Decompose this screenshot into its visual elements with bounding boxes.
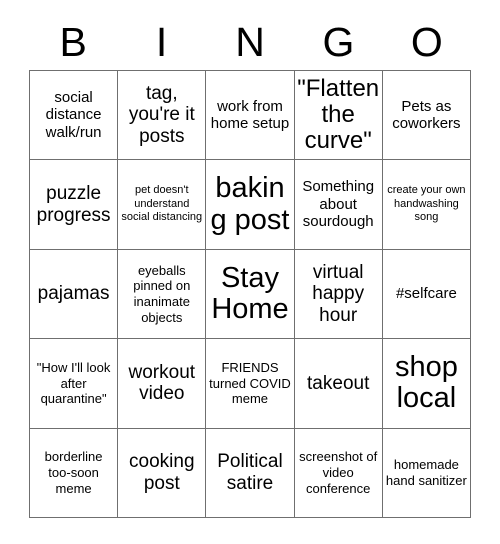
bingo-cell-text: "Flatten the curve" xyxy=(297,74,380,155)
bingo-cell-text: social distance walk/run xyxy=(45,88,102,142)
bingo-cell-b5[interactable]: borderline too-soon meme xyxy=(30,428,119,518)
bingo-cell-g3[interactable]: virtual happy hour xyxy=(294,249,383,340)
bingo-grid: social distance walk/run tag, you're it … xyxy=(29,70,471,518)
bingo-cell-g2[interactable]: Something about sourdough xyxy=(294,160,383,250)
bingo-cell-text: workout video xyxy=(128,361,196,405)
bingo-cell-text: virtual happy hour xyxy=(312,261,365,326)
bingo-cell-text: #selfcare xyxy=(395,285,457,303)
bingo-cell-i4[interactable]: workout video xyxy=(118,339,207,429)
bingo-cell-o3[interactable]: #selfcare xyxy=(382,249,471,340)
bingo-cell-i1[interactable]: tag, you're it posts xyxy=(118,71,207,161)
header-letter-g: G xyxy=(322,19,355,65)
bingo-cell-text: borderline too-soon meme xyxy=(44,449,103,496)
bingo-cell-g4[interactable]: takeout xyxy=(294,339,383,429)
bingo-cell-o2[interactable]: create your own handwashing song xyxy=(382,160,471,250)
bingo-cell-o4[interactable]: shop local xyxy=(382,339,471,429)
bingo-cell-n4[interactable]: FRIENDS turned COVID meme xyxy=(206,339,295,429)
bingo-cell-text: takeout xyxy=(307,372,370,394)
bingo-cell-i2[interactable]: pet doesn't understand social distancing xyxy=(118,160,207,250)
bingo-cell-text: work from home setup xyxy=(210,97,290,133)
bingo-cell-text: Political satire xyxy=(217,451,283,494)
bingo-cell-text: pet doesn't understand social distancing xyxy=(121,184,203,224)
header-letter-n: N xyxy=(235,19,265,65)
bingo-cell-n3[interactable]: Stay Home xyxy=(206,249,295,340)
bingo-cell-text: Pets as coworkers xyxy=(392,97,461,133)
bingo-cell-text: Something about sourdough xyxy=(302,178,375,231)
bingo-cell-text: "How I'll look after quarantine" xyxy=(36,360,111,407)
bingo-cell-text: shop local xyxy=(394,351,458,415)
bingo-cell-text: puzzle progress xyxy=(36,182,111,226)
bingo-card: B I N G O social distance walk/run tag, … xyxy=(0,0,500,544)
bingo-cell-i5[interactable]: cooking post xyxy=(118,428,207,518)
bingo-cell-n5[interactable]: Political satire xyxy=(206,428,295,518)
bingo-cell-b3[interactable]: pajamas xyxy=(30,249,119,340)
bingo-cell-n1[interactable]: work from home setup xyxy=(206,71,295,161)
bingo-cell-g1[interactable]: "Flatten the curve" xyxy=(294,71,383,161)
header-letter-o: O xyxy=(410,19,443,65)
bingo-cell-o1[interactable]: Pets as coworkers xyxy=(382,71,471,161)
bingo-cell-text: baking post xyxy=(210,172,290,236)
bingo-cell-text: Stay Home xyxy=(211,261,289,325)
bingo-cell-text: screenshot of video conference xyxy=(299,449,378,496)
header-letter-i: I xyxy=(155,19,168,65)
bingo-cell-b1[interactable]: social distance walk/run xyxy=(30,71,119,161)
bingo-cell-text: eyeballs pinned on inanimate objects xyxy=(133,262,191,325)
header-letter-b: B xyxy=(59,19,87,65)
bingo-cell-b4[interactable]: "How I'll look after quarantine" xyxy=(30,339,119,429)
bingo-cell-text: create your own handwashing song xyxy=(387,184,466,224)
bingo-cell-i3[interactable]: eyeballs pinned on inanimate objects xyxy=(118,249,207,340)
bingo-cell-n2[interactable]: baking post xyxy=(206,160,295,250)
bingo-cell-g5[interactable]: screenshot of video conference xyxy=(294,428,383,518)
bingo-header: B I N G O xyxy=(29,16,471,68)
bingo-cell-text: cooking post xyxy=(129,451,195,494)
bingo-cell-text: tag, you're it posts xyxy=(128,82,195,148)
bingo-cell-b2[interactable]: puzzle progress xyxy=(30,160,119,250)
bingo-cell-text: homemade hand sanitizer xyxy=(385,457,467,488)
bingo-cell-o5[interactable]: homemade hand sanitizer xyxy=(382,428,471,518)
bingo-cell-text: pajamas xyxy=(37,283,110,305)
bingo-cell-text: FRIENDS turned COVID meme xyxy=(209,360,291,407)
